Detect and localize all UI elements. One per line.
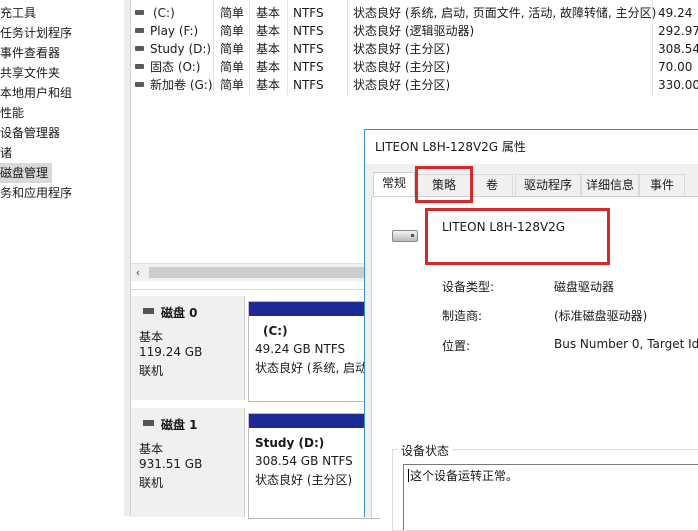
volume-capacity: 70.00 bbox=[658, 60, 693, 74]
volume-fs: NTFS bbox=[293, 42, 324, 56]
nav-item-storage[interactable]: 诸 bbox=[0, 143, 16, 163]
partition-label: Study (D:) bbox=[255, 436, 325, 450]
nav-item-device-manager[interactable]: 设备管理器 bbox=[0, 123, 64, 143]
manufacturer-label: 制造商: bbox=[442, 309, 483, 323]
tab-details[interactable]: 详细信息 bbox=[581, 174, 639, 196]
partition-size-fs: 49.24 GB NTFS bbox=[255, 342, 346, 356]
disk-size: 931.51 GB bbox=[139, 457, 203, 471]
partition-size-fs: 308.54 GB NTFS bbox=[255, 454, 353, 468]
tab-driver[interactable]: 驱动程序 bbox=[515, 174, 581, 196]
volume-type: 基本 bbox=[256, 6, 281, 20]
scrollbar-thumb[interactable] bbox=[149, 267, 364, 278]
volume-type: 基本 bbox=[256, 24, 281, 38]
disk-size: 119.24 GB bbox=[139, 345, 203, 359]
volume-row-g[interactable]: 新加卷 (G:) 简单 基本 NTFS 状态良好 (主分区) 330.00 bbox=[131, 76, 698, 94]
volume-layout: 简单 bbox=[220, 24, 245, 38]
text-caret bbox=[408, 469, 409, 482]
disk-state: 联机 bbox=[139, 364, 164, 378]
device-type-value: 磁盘驱动器 bbox=[554, 280, 615, 294]
disk-name: 磁盘 1 bbox=[161, 418, 198, 432]
volume-type: 基本 bbox=[256, 42, 281, 56]
navigation-tree: 充工具 任务计划程序 事件查看器 共享文件夹 本地用户和组 性能 设备管理器 诸… bbox=[0, 0, 125, 516]
volume-status: 状态良好 (主分区) bbox=[353, 42, 451, 56]
device-status-label: 设备状态 bbox=[398, 442, 453, 459]
disk-0-info[interactable]: 磁盘 0 基本 119.24 GB 联机 bbox=[131, 296, 245, 400]
partition-c[interactable]: (C:) 49.24 GB NTFS 状态良好 (系统, 启动 bbox=[248, 301, 380, 402]
volume-row-d[interactable]: Study (D:) 简单 基本 NTFS 状态良好 (主分区) 308.54 bbox=[131, 40, 698, 58]
device-type-label: 设备类型: bbox=[442, 280, 495, 294]
scroll-left-icon[interactable]: ‹ bbox=[131, 264, 145, 281]
disk-drive-icon bbox=[392, 230, 418, 242]
volume-name: 新加卷 (G:) bbox=[150, 78, 213, 92]
volume-layout: 简单 bbox=[220, 78, 245, 92]
volume-icon bbox=[135, 28, 144, 33]
volume-layout: 简单 bbox=[220, 6, 245, 20]
disk-1-info[interactable]: 磁盘 1 基本 931.51 GB 联机 bbox=[131, 408, 245, 517]
volume-status: 状态良好 (主分区) bbox=[353, 60, 451, 74]
tab-general[interactable]: 常规 bbox=[373, 172, 415, 197]
nav-item-performance[interactable]: 性能 bbox=[0, 103, 28, 123]
volume-name: Study (D:) bbox=[150, 42, 212, 56]
pane-splitter[interactable] bbox=[124, 0, 131, 516]
volume-icon bbox=[135, 82, 144, 87]
disk-state: 联机 bbox=[139, 476, 164, 490]
volume-name: 固态 (O:) bbox=[150, 60, 201, 74]
volume-status: 状态良好 (主分区) bbox=[353, 78, 451, 92]
volume-icon bbox=[135, 10, 144, 15]
disk-type: 基本 bbox=[139, 330, 164, 344]
partition-bar bbox=[249, 302, 379, 316]
volume-row-c[interactable]: (C:) 简单 基本 NTFS 状态良好 (系统, 启动, 页面文件, 活动, … bbox=[131, 4, 698, 22]
partition-status: 状态良好 (系统, 启动 bbox=[255, 361, 368, 375]
device-status-text: 这个设备运转正常。 bbox=[410, 469, 519, 483]
volume-icon bbox=[135, 46, 144, 51]
volume-capacity: 49.24 bbox=[658, 6, 693, 20]
volume-type: 基本 bbox=[256, 78, 281, 92]
nav-item-tools[interactable]: 充工具 bbox=[0, 3, 40, 23]
volume-fs: NTFS bbox=[293, 78, 324, 92]
highlight-device-name bbox=[425, 208, 610, 265]
volume-layout: 简单 bbox=[220, 42, 245, 56]
disk-icon bbox=[143, 420, 154, 426]
dialog-title[interactable]: LITEON L8H-128V2G 属性 bbox=[365, 130, 698, 164]
volume-fs: NTFS bbox=[293, 60, 324, 74]
volume-row-o[interactable]: 固态 (O:) 简单 基本 NTFS 状态良好 (主分区) 70.00 bbox=[131, 58, 698, 76]
volume-status: 状态良好 (系统, 启动, 页面文件, 活动, 故障转储, 主分区) bbox=[353, 6, 657, 20]
disk-type: 基本 bbox=[139, 442, 164, 456]
volume-layout: 简单 bbox=[220, 60, 245, 74]
partition-label: (C:) bbox=[263, 324, 288, 338]
location-value: Bus Number 0, Target Id bbox=[554, 337, 698, 351]
partition-d[interactable]: Study (D:) 308.54 GB NTFS 状态良好 (主分区) bbox=[248, 413, 380, 519]
volume-capacity: 292.97 bbox=[658, 24, 698, 38]
volume-capacity: 330.00 bbox=[658, 78, 698, 92]
tab-volumes[interactable]: 卷 bbox=[471, 174, 513, 196]
volume-row-f[interactable]: Play (F:) 简单 基本 NTFS 状态良好 (逻辑驱动器) 292.97 bbox=[131, 22, 698, 40]
device-status-textbox[interactable]: 这个设备运转正常。 bbox=[403, 464, 698, 530]
partition-status: 状态良好 (主分区) bbox=[255, 473, 353, 487]
disk-name: 磁盘 0 bbox=[161, 306, 198, 320]
nav-item-task-scheduler[interactable]: 任务计划程序 bbox=[0, 23, 76, 43]
nav-item-local-users[interactable]: 本地用户和组 bbox=[0, 83, 76, 103]
nav-item-disk-management[interactable]: 磁盘管理 bbox=[0, 163, 53, 183]
tab-events[interactable]: 事件 bbox=[639, 174, 685, 196]
location-label: 位置: bbox=[442, 339, 471, 353]
nav-item-shared-folders[interactable]: 共享文件夹 bbox=[0, 63, 64, 83]
manufacturer-value: (标准磁盘驱动器) bbox=[554, 309, 648, 323]
disk-icon bbox=[143, 308, 154, 314]
volume-fs: NTFS bbox=[293, 24, 324, 38]
volume-icon bbox=[135, 64, 144, 69]
partition-bar bbox=[249, 414, 379, 428]
highlight-policies-tab bbox=[415, 166, 473, 203]
volume-name: (C:) bbox=[153, 6, 175, 20]
device-status-group: 设备状态 这个设备运转正常。 bbox=[392, 442, 698, 531]
volume-fs: NTFS bbox=[293, 6, 324, 20]
nav-item-services-apps[interactable]: 务和应用程序 bbox=[0, 183, 76, 203]
volume-capacity: 308.54 bbox=[658, 42, 698, 56]
volume-type: 基本 bbox=[256, 60, 281, 74]
nav-item-event-viewer[interactable]: 事件查看器 bbox=[0, 43, 64, 63]
volume-name: Play (F:) bbox=[150, 24, 199, 38]
volume-status: 状态良好 (逻辑驱动器) bbox=[353, 24, 475, 38]
